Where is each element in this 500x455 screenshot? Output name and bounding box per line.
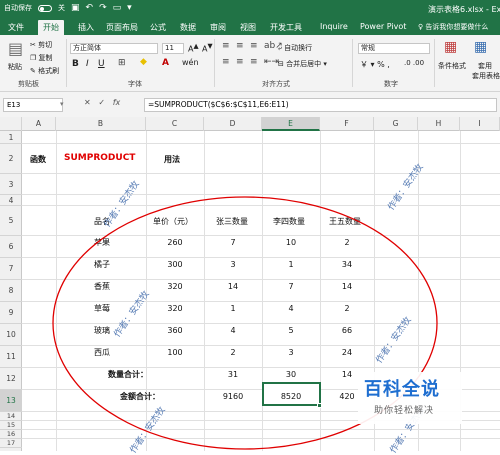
logo-main-text: 百科全说 xyxy=(364,379,440,400)
baike-logo: 百科全说 助你轻松解决 xyxy=(358,372,462,424)
logo-sub-text: 助你轻松解决 xyxy=(374,406,435,416)
